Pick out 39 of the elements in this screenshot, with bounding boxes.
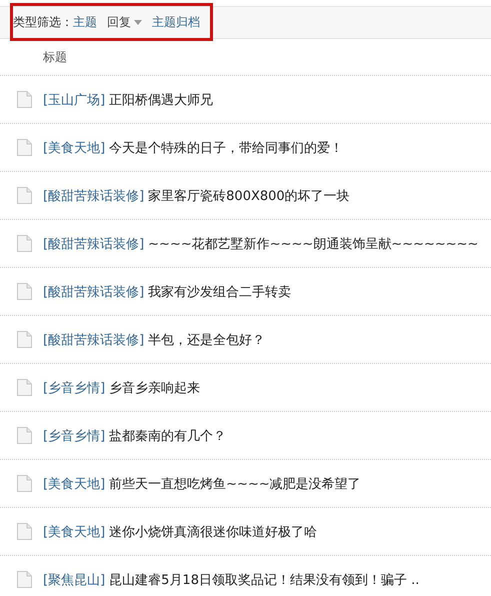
column-header: 标题 bbox=[43, 48, 67, 66]
category-link[interactable]: [美食天地] bbox=[43, 138, 106, 156]
topic-link[interactable]: 盐都秦南的有几个？ bbox=[109, 426, 226, 444]
category-link[interactable]: [美食天地] bbox=[43, 522, 106, 540]
category-link[interactable]: [美食天地] bbox=[43, 474, 106, 492]
document-icon bbox=[17, 235, 32, 252]
document-icon bbox=[17, 475, 32, 492]
caret-icon bbox=[134, 20, 142, 24]
topic-link[interactable]: 前些天一直想吃烤鱼~~~~减肥是没希望了 bbox=[109, 474, 361, 492]
topic-link[interactable]: ~~~~花都艺墅新作~~~~朗通装饰呈献~~~~~~~~ bbox=[148, 234, 478, 252]
document-icon bbox=[17, 139, 32, 156]
topic-link[interactable]: 正阳桥偶遇大师兄 bbox=[109, 90, 214, 108]
topic-link[interactable]: 乡音乡亲响起来 bbox=[109, 378, 200, 396]
filter-link[interactable]: 主题归档 bbox=[152, 14, 200, 30]
document-icon bbox=[17, 571, 32, 588]
document-icon bbox=[17, 331, 32, 348]
filter-dropdown[interactable]: 回复 bbox=[107, 14, 142, 30]
document-icon bbox=[17, 379, 32, 396]
category-link[interactable]: [酸甜苦辣话装修] bbox=[43, 186, 144, 204]
topic-link[interactable]: 迷你小烧饼真滴很迷你味道好极了哈 bbox=[109, 522, 318, 540]
category-link[interactable]: [乡音乡情] bbox=[43, 378, 106, 396]
category-link[interactable]: [酸甜苦辣话装修] bbox=[43, 330, 144, 348]
document-icon bbox=[17, 91, 32, 108]
category-link[interactable]: [聚焦昆山] bbox=[43, 570, 106, 588]
filter-link[interactable]: 主题 bbox=[73, 14, 97, 30]
category-link[interactable]: [酸甜苦辣话装修] bbox=[43, 234, 144, 252]
filter-label: 类型筛选： bbox=[13, 14, 73, 30]
topic-link[interactable]: 半包，还是全包好？ bbox=[148, 330, 266, 348]
topic-link[interactable]: 昆山建睿5月18日领取奖品记！结果没有领到！骗子 .. bbox=[109, 570, 420, 588]
category-link[interactable]: [玉山广场] bbox=[43, 90, 106, 108]
topic-link[interactable]: 家里客厅瓷砖800X800的坏了一块 bbox=[148, 186, 350, 204]
document-icon bbox=[17, 523, 32, 540]
topic-link[interactable]: 我家有沙发组合二手转卖 bbox=[148, 282, 292, 300]
category-link[interactable]: [酸甜苦辣话装修] bbox=[43, 282, 144, 300]
document-icon bbox=[17, 283, 32, 300]
document-icon bbox=[17, 427, 32, 444]
topic-link[interactable]: 今天是个特殊的日子，带给同事们的爱！ bbox=[109, 138, 344, 156]
category-link[interactable]: [乡音乡情] bbox=[43, 426, 106, 444]
document-icon bbox=[17, 187, 32, 204]
